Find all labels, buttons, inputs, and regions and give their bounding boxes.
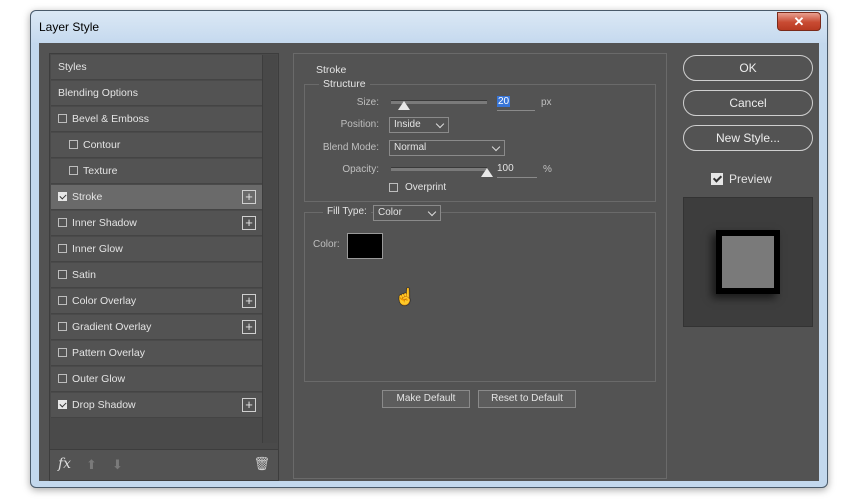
overprint-checkbox[interactable] <box>389 183 398 192</box>
sidebar-item-label: Color Overlay <box>72 295 137 307</box>
style-list: Styles Blending Options Bevel & Emboss Cont… <box>49 53 279 481</box>
checkbox-icon[interactable] <box>58 400 67 409</box>
blend-mode-label: Blend Mode: <box>322 142 379 153</box>
window-title: Layer Style <box>39 20 100 34</box>
layer-style-dialog: Layer Style ✕ Styles Blending Options Beve… <box>30 10 828 488</box>
sidebar-item-label: Blending Options <box>58 87 138 99</box>
opacity-label: Opacity: <box>342 164 379 175</box>
new-style-button[interactable]: New Style... <box>683 125 813 151</box>
preview-stroke <box>716 230 780 294</box>
opacity-slider-thumb[interactable] <box>481 168 493 177</box>
size-unit: px <box>541 97 552 108</box>
trash-icon[interactable]: 🗑 <box>253 456 270 472</box>
sidebar-item-styles[interactable]: Styles <box>51 55 262 80</box>
preview-fill <box>722 236 774 288</box>
fill-type-select[interactable]: Color <box>373 205 441 221</box>
sidebar-item-label: Texture <box>83 165 118 177</box>
scrollbar[interactable] <box>262 55 277 443</box>
preview-thumbnail <box>683 197 813 327</box>
ok-button[interactable]: OK <box>683 55 813 81</box>
sidebar-item-bevel-emboss[interactable]: Bevel & Emboss <box>51 107 262 132</box>
position-value: Inside <box>394 119 421 130</box>
fill-type-value: Color <box>378 207 402 218</box>
sidebar-item-satin[interactable]: Satin <box>51 263 262 288</box>
reset-default-button[interactable]: Reset to Default <box>478 390 576 408</box>
sidebar-item-blending-options[interactable]: Blending Options <box>51 81 262 106</box>
fill-type-label: Fill Type: <box>323 206 371 217</box>
sidebar-item-label: Outer Glow <box>72 373 126 385</box>
sidebar-item-label: Drop Shadow <box>72 399 136 411</box>
checkbox-icon[interactable] <box>69 166 78 175</box>
plus-icon[interactable]: + <box>242 294 256 308</box>
plus-icon[interactable]: + <box>242 190 256 204</box>
plus-icon[interactable]: + <box>242 320 256 334</box>
sidebar-item-label: Contour <box>83 139 121 151</box>
sidebar-item-outer-glow[interactable]: Outer Glow <box>51 367 262 392</box>
checkbox-icon[interactable] <box>58 270 67 279</box>
size-label: Size: <box>356 97 379 108</box>
sidebar-item-label: Satin <box>72 269 96 281</box>
arrow-down-icon[interactable]: ⬇ <box>112 457 123 473</box>
section-title: Stroke <box>316 64 347 76</box>
sidebar-item-label: Inner Shadow <box>72 217 137 229</box>
cancel-button[interactable]: Cancel <box>683 90 813 116</box>
sidebar-item-label: Inner Glow <box>72 243 123 255</box>
size-input[interactable]: 20 <box>497 96 535 111</box>
checkbox-icon[interactable] <box>69 140 78 149</box>
position-label: Position: <box>340 119 379 130</box>
opacity-slider[interactable] <box>391 167 487 171</box>
chevron-down-icon <box>491 142 501 152</box>
fx-icon[interactable]: fx <box>58 456 71 472</box>
blend-mode-value: Normal <box>394 142 427 153</box>
sidebar-item-texture[interactable]: Texture <box>51 159 262 184</box>
color-swatch[interactable] <box>347 233 383 259</box>
chevron-down-icon <box>435 119 445 129</box>
sidebar-item-label: Gradient Overlay <box>72 321 152 333</box>
opacity-unit: % <box>543 164 552 175</box>
list-footer: fx ⬆ ⬇ 🗑 <box>50 449 278 480</box>
blend-mode-select[interactable]: Normal <box>389 140 505 156</box>
fill-group: Fill Type: Color Color: <box>304 205 656 382</box>
sidebar-item-gradient-overlay[interactable]: Gradient Overlay + <box>51 315 262 340</box>
position-select[interactable]: Inside <box>389 117 449 133</box>
sidebar-item-inner-glow[interactable]: Inner Glow <box>51 237 262 262</box>
color-label: Color: <box>313 239 340 250</box>
sidebar-item-label: Stroke <box>72 191 103 203</box>
sidebar-item-inner-shadow[interactable]: Inner Shadow + <box>51 211 262 236</box>
close-button[interactable]: ✕ <box>777 12 821 31</box>
checkbox-icon[interactable] <box>58 218 67 227</box>
plus-icon[interactable]: + <box>242 398 256 412</box>
sidebar-item-contour[interactable]: Contour <box>51 133 262 158</box>
opacity-input[interactable]: 100 <box>497 163 537 178</box>
checkbox-icon[interactable] <box>58 374 67 383</box>
arrow-up-icon[interactable]: ⬆ <box>86 457 97 473</box>
checkbox-icon[interactable] <box>58 296 67 305</box>
sidebar-item-label: Styles <box>58 61 87 73</box>
hand-cursor-icon: ☝ <box>395 289 415 306</box>
checkbox-icon[interactable] <box>58 114 67 123</box>
preview-label: Preview <box>729 172 772 186</box>
sidebar-item-stroke[interactable]: Stroke + <box>51 185 262 210</box>
sidebar-item-pattern-overlay[interactable]: Pattern Overlay <box>51 341 262 366</box>
title-bar[interactable]: Layer Style ✕ <box>31 11 827 43</box>
plus-icon[interactable]: + <box>242 216 256 230</box>
structure-title: Structure <box>319 78 370 90</box>
sidebar-item-drop-shadow[interactable]: Drop Shadow + <box>51 393 262 418</box>
checkbox-icon[interactable] <box>58 322 67 331</box>
checkbox-icon[interactable] <box>58 192 67 201</box>
structure-group: Structure Size: 20 px Position: Inside B… <box>304 78 656 202</box>
overprint-label: Overprint <box>405 182 447 193</box>
chevron-down-icon <box>427 207 437 217</box>
make-default-button[interactable]: Make Default <box>382 390 470 408</box>
preview-checkbox[interactable] <box>711 173 723 185</box>
dialog-body: Styles Blending Options Bevel & Emboss Cont… <box>39 43 819 481</box>
stroke-panel: Stroke Structure Size: 20 px Position: I… <box>293 53 667 479</box>
sidebar-item-color-overlay[interactable]: Color Overlay + <box>51 289 262 314</box>
sidebar-item-label: Pattern Overlay <box>72 347 145 359</box>
checkbox-icon[interactable] <box>58 348 67 357</box>
sidebar-item-label: Bevel & Emboss <box>72 113 150 125</box>
checkbox-icon[interactable] <box>58 244 67 253</box>
size-slider-thumb[interactable] <box>398 101 411 110</box>
